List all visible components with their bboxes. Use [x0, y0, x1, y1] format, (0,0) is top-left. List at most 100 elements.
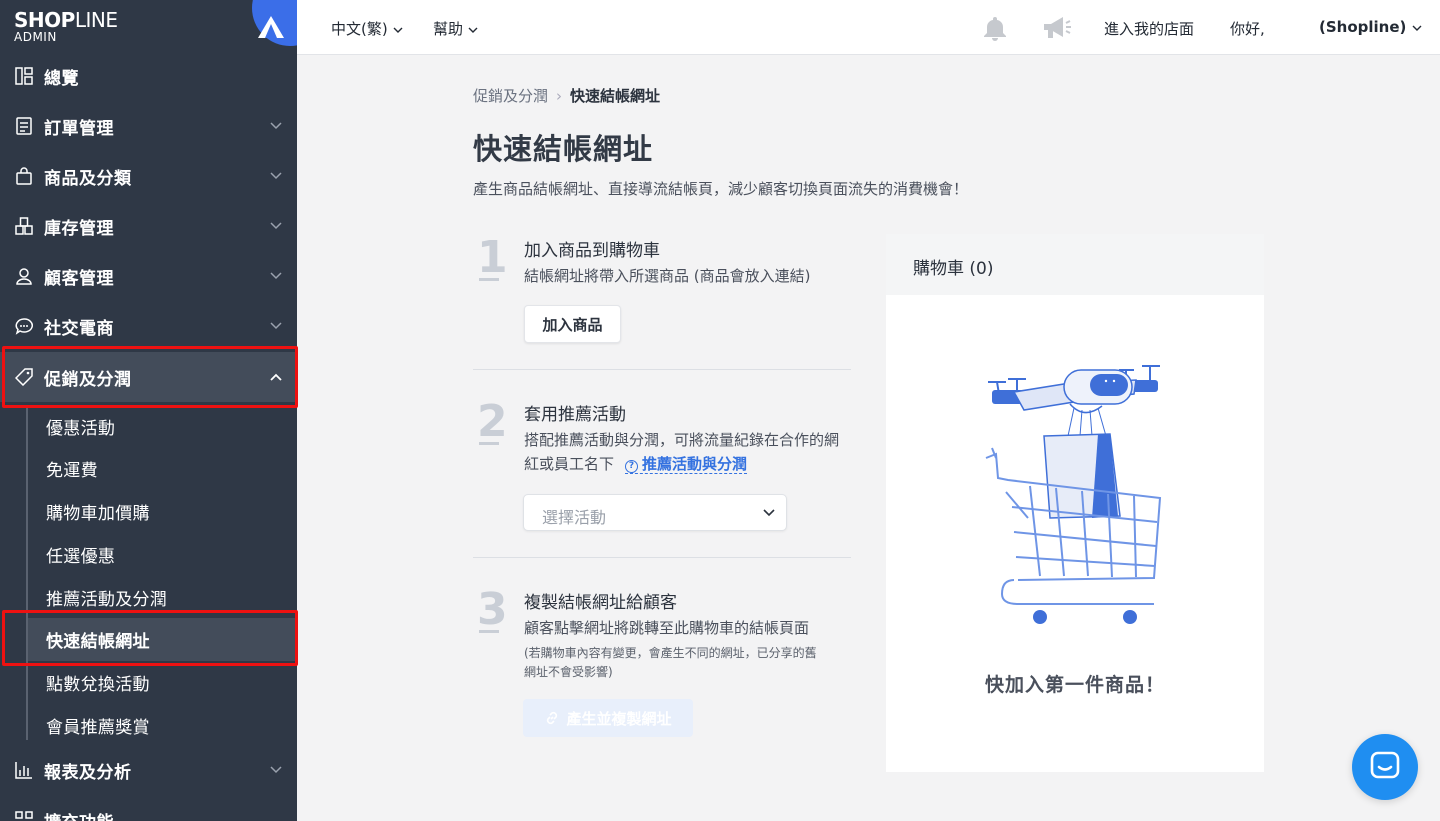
greeting-text: 你好,	[1230, 20, 1265, 38]
user-name: (Shopline)	[1319, 18, 1407, 36]
highlight-express-checkout	[2, 610, 298, 666]
step-title: 加入商品到購物車	[524, 241, 660, 261]
sidebar: SHOPLINE ADMIN 總覽 訂單管理 商品及分類 庫存管理 顧客管理 社…	[0, 0, 297, 821]
sidebar-item-orders[interactable]: 訂單管理	[0, 101, 297, 151]
step-description: 結帳網址將帶入所選商品 (商品會放入連結)	[524, 267, 811, 285]
page-description: 產生商品結帳網址、直接導流結帳頁，減少顧客切換頁面流失的消費機會！	[473, 180, 969, 198]
megaphone-icon[interactable]	[1042, 15, 1072, 41]
sidebar-item-label: 庫存管理	[44, 218, 114, 239]
step-description: 搭配推薦活動與分潤，可將流量紀錄在合作的網	[524, 431, 840, 449]
sidebar-subitem-label: 優惠活動	[46, 419, 116, 439]
sidebar-subitem-label: 免運費	[46, 461, 98, 481]
dashboard-icon	[15, 67, 33, 85]
breadcrumb-parent[interactable]: 促銷及分潤	[473, 87, 548, 105]
breadcrumb-current: 快速結帳網址	[570, 87, 661, 105]
sidebar-subitem-bundle[interactable]: 任選優惠	[28, 533, 297, 576]
logo-text-strong: SHOP	[14, 8, 75, 32]
step-description-cont: 紅或員工名下	[524, 455, 615, 473]
sidebar-item-label: 訂單管理	[44, 118, 114, 139]
visit-store-link[interactable]: 進入我的店面	[1104, 18, 1194, 39]
chevron-down-icon	[270, 122, 282, 130]
sidebar-subitem-member-referral[interactable]: 會員推薦獎賞	[28, 704, 297, 747]
sidebar-item-label: 報表及分析	[44, 762, 132, 783]
sidebar-item-label: 顧客管理	[44, 268, 114, 289]
campaign-select[interactable]: 選擇活動	[523, 494, 787, 531]
sidebar-item-social-commerce[interactable]: 社交電商	[0, 301, 297, 351]
chat-bubble-icon	[15, 318, 33, 335]
chevron-down-icon	[763, 509, 775, 517]
sidebar-item-customers[interactable]: 顧客管理	[0, 251, 297, 301]
sidebar-item-label: 擴充功能	[44, 808, 114, 821]
divider	[473, 557, 851, 558]
sidebar-subitem-free-shipping[interactable]: 免運費	[28, 447, 297, 490]
step-number: 3	[477, 584, 508, 635]
sidebar-subitem-label: 點數兌換活動	[46, 675, 150, 695]
shopline-logo[interactable]: SHOPLINE ADMIN	[14, 8, 118, 44]
chevron-down-icon	[270, 272, 282, 280]
cart-panel: 購物車 (0) 快加入第一件商品！	[886, 234, 1264, 772]
step-title: 套用推薦活動	[524, 405, 626, 425]
shopping-bag-icon	[16, 167, 32, 185]
chat-icon	[1370, 751, 1400, 779]
link-icon	[547, 711, 558, 725]
breadcrumb-separator: ›	[556, 87, 563, 105]
divider	[473, 369, 851, 370]
breadcrumb: 促銷及分潤 › 快速結帳網址	[473, 85, 660, 106]
chat-launcher-button[interactable]	[1352, 734, 1418, 800]
chevron-down-icon	[270, 322, 282, 330]
chevron-down-icon	[393, 27, 402, 33]
logo-text-light: LINE	[74, 8, 118, 32]
bar-chart-icon	[15, 762, 32, 779]
chevron-down-icon	[270, 766, 282, 774]
generate-copy-url-label: 產生並複製網址	[566, 709, 672, 728]
sidebar-item-reports[interactable]: 報表及分析	[0, 745, 297, 795]
logo-subtext: ADMIN	[14, 30, 57, 44]
sidebar-item-overview[interactable]: 總覽	[0, 51, 297, 101]
drone-cart-illustration	[985, 365, 1162, 624]
language-selector[interactable]: 中文(繁)	[331, 18, 403, 39]
step-description: 顧客點擊網址將跳轉至此購物車的結帳頁面	[524, 619, 810, 637]
help-menu[interactable]: 幫助	[433, 18, 478, 39]
step-number: 1	[477, 232, 508, 283]
cart-header: 購物車 (0)	[886, 234, 1264, 295]
add-product-button[interactable]: 加入商品	[524, 305, 621, 343]
cart-title: 購物車 (0)	[913, 259, 994, 279]
language-label: 中文(繁)	[331, 20, 388, 38]
highlight-promotions	[2, 346, 298, 408]
generate-copy-url-button[interactable]: 產生並複製網址	[523, 699, 693, 737]
campaign-select-placeholder: 選擇活動	[542, 508, 607, 527]
user-menu[interactable]: (Shopline)	[1319, 18, 1422, 36]
step-title: 複製結帳網址給顧客	[524, 593, 677, 613]
sidebar-subitem-cart-addon[interactable]: 購物車加價購	[28, 490, 297, 533]
sidebar-subitem-points-redeem[interactable]: 點數兌換活動	[28, 661, 297, 704]
sidebar-subitem-label: 任選優惠	[46, 547, 116, 567]
chevron-down-icon	[468, 27, 478, 33]
sidebar-subitem-label: 購物車加價購	[46, 504, 150, 524]
chevron-down-icon	[1412, 25, 1422, 31]
sidebar-item-extensions[interactable]: 擴充功能	[0, 795, 297, 821]
affiliate-help-link-label: 推薦活動與分潤	[642, 455, 748, 473]
affiliate-help-link[interactable]: ? 推薦活動與分潤	[625, 455, 748, 474]
step-number: 2	[477, 396, 508, 447]
user-icon	[16, 268, 32, 285]
chevron-down-icon	[270, 172, 282, 180]
help-label: 幫助	[433, 20, 464, 38]
question-circle-icon: ?	[625, 460, 638, 473]
app-badge[interactable]	[252, 0, 297, 46]
boxes-icon	[15, 217, 33, 235]
sidebar-item-label: 商品及分類	[44, 168, 132, 189]
cart-empty-message: 快加入第一件商品！	[984, 674, 1165, 696]
bell-icon[interactable]	[982, 15, 1008, 42]
sidebar-item-inventory[interactable]: 庫存管理	[0, 201, 297, 251]
sidebar-item-label: 社交電商	[44, 318, 114, 339]
mountain-logo-icon	[258, 16, 284, 38]
apps-icon	[15, 811, 33, 819]
page-title: 快速結帳網址	[473, 132, 654, 166]
sidebar-subitem-label: 會員推薦獎賞	[46, 718, 150, 738]
sidebar-subitem-discounts[interactable]: 優惠活動	[28, 405, 297, 448]
top-header: 中文(繁) 幫助 進入我的店面 你好, (Shopline)	[297, 0, 1440, 55]
sidebar-item-products[interactable]: 商品及分類	[0, 151, 297, 201]
chevron-down-icon	[270, 222, 282, 230]
document-icon	[16, 117, 32, 135]
sidebar-item-label: 總覽	[44, 68, 79, 89]
